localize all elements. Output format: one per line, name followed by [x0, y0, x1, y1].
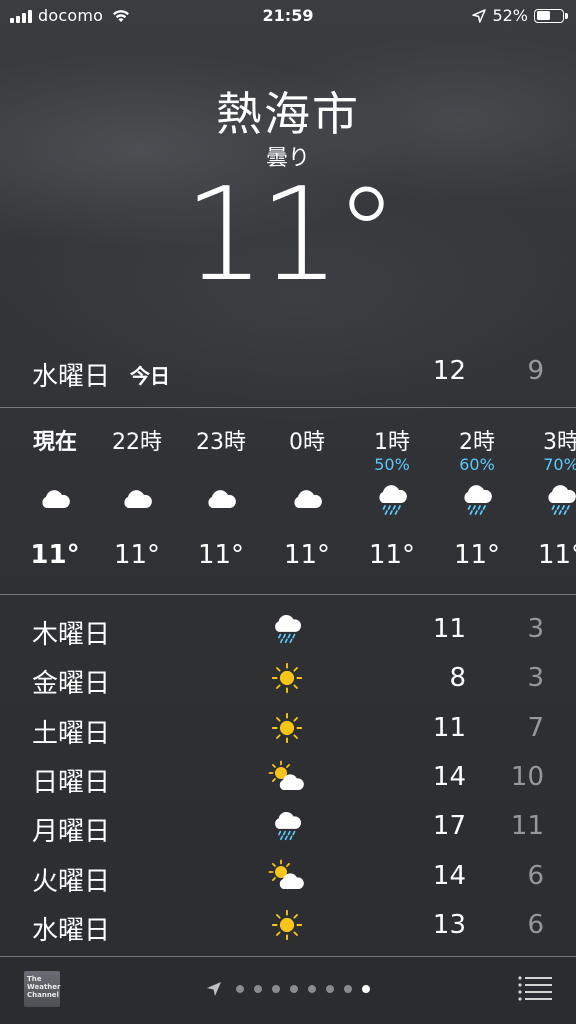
- page-dot[interactable]: [272, 985, 280, 993]
- day-high-temp: 11: [432, 712, 466, 743]
- precipitation-chance: 50%: [374, 455, 410, 474]
- page-dot[interactable]: [362, 985, 370, 993]
- partly-cloudy-icon: [268, 760, 306, 794]
- daily-row: 土曜日 11 7: [0, 703, 576, 752]
- daily-row: 水曜日 13 6: [0, 900, 576, 949]
- divider-top: [0, 407, 576, 408]
- daily-row: 月曜日 17 11: [0, 801, 576, 850]
- location-arrow-icon: [472, 8, 487, 23]
- day-name: 日曜日: [32, 767, 111, 798]
- rain-cloud-icon: [459, 482, 495, 518]
- hour-column: 22時 11°: [92, 410, 182, 594]
- today-high-temp: 12: [432, 356, 466, 386]
- day-high-temp: 8: [449, 663, 466, 694]
- hour-temperature: 11°: [113, 540, 161, 570]
- bottom-toolbar: The Weather Channel: [0, 957, 576, 1024]
- rain-cloud-icon: [543, 482, 576, 518]
- hour-temperature: 11°: [537, 540, 576, 570]
- day-high-temp: 14: [432, 860, 466, 891]
- day-low-temp: 6: [527, 860, 544, 891]
- hour-column: 2時 60% 11°: [432, 410, 522, 594]
- day-high-temp: 13: [432, 909, 466, 940]
- day-low-temp: 6: [527, 909, 544, 940]
- cloud-icon: [203, 482, 239, 518]
- battery-icon: [534, 8, 568, 23]
- hour-time: 0時: [289, 430, 325, 455]
- day-high-temp: 11: [432, 614, 466, 644]
- partly-cloudy-icon: [268, 859, 306, 893]
- day-high-temp: 17: [432, 811, 466, 842]
- city-name: 熱海市: [216, 87, 360, 141]
- cloud-icon: [37, 482, 73, 518]
- precipitation-chance: 60%: [459, 455, 495, 474]
- hour-temperature: 11°: [368, 540, 416, 570]
- hour-column: 1時 50% 11°: [347, 410, 437, 594]
- page-dot[interactable]: [236, 985, 244, 993]
- sun-icon: [268, 711, 306, 745]
- day-low-temp: 10: [510, 761, 544, 792]
- today-low-temp: 9: [527, 356, 544, 386]
- hour-column: 23時 11°: [176, 410, 266, 594]
- page-dot[interactable]: [254, 985, 262, 993]
- hour-temperature: 11°: [283, 540, 331, 570]
- page-dot[interactable]: [326, 985, 334, 993]
- daily-row: 火曜日 14 6: [0, 851, 576, 900]
- precipitation-chance: 70%: [543, 455, 576, 474]
- hour-temperature: 11°: [30, 540, 80, 570]
- sun-icon: [268, 661, 306, 695]
- hour-time: 1時: [374, 430, 410, 455]
- day-name: 金曜日: [32, 669, 111, 700]
- battery-level: [536, 11, 550, 20]
- hour-time: 2時: [459, 430, 495, 455]
- daily-forecast[interactable]: 木曜日 11 3 金曜日 8 3 土曜日 11 7 日曜日 14 10 月曜日 17 11 火曜日 14 6 水曜日…: [0, 600, 576, 955]
- day-low-temp: 3: [527, 663, 544, 694]
- daily-row: 木曜日 11 3: [0, 604, 576, 653]
- battery-percent: 52%: [492, 6, 528, 25]
- day-name: 月曜日: [32, 817, 111, 848]
- page-dot[interactable]: [290, 985, 298, 993]
- hour-time: 3時: [543, 430, 576, 455]
- hour-time: 現在: [32, 430, 77, 455]
- today-summary-row: 水曜日 今日 12 9: [0, 352, 576, 392]
- page-dot[interactable]: [308, 985, 316, 993]
- current-temperature: 11°: [183, 161, 399, 310]
- hour-column: 3時70% 11°: [516, 410, 576, 594]
- divider-middle: [0, 594, 576, 595]
- day-name: 木曜日: [32, 620, 111, 650]
- hour-temperature: 11°: [197, 540, 245, 570]
- cloud-icon: [289, 482, 325, 518]
- rain-cloud-icon: [268, 612, 306, 646]
- status-right: 52%: [472, 6, 568, 25]
- day-low-temp: 7: [527, 712, 544, 743]
- today-label: 今日: [130, 364, 170, 388]
- today-day-name: 水曜日: [32, 362, 111, 392]
- hour-temperature: 11°: [453, 540, 501, 570]
- day-low-temp: 3: [527, 614, 544, 644]
- hour-column: 現在 11°: [10, 410, 100, 594]
- daily-row: 日曜日 14 10: [0, 752, 576, 801]
- hour-time: 22時: [112, 430, 162, 455]
- day-high-temp: 14: [432, 761, 466, 792]
- day-name: 土曜日: [32, 718, 111, 749]
- day-name: 水曜日: [32, 915, 111, 946]
- rain-cloud-icon: [374, 482, 410, 518]
- sun-icon: [268, 908, 306, 942]
- status-bar: docomo 21:59 52%: [0, 0, 576, 34]
- daily-row: 金曜日 8 3: [0, 653, 576, 702]
- page-dot[interactable]: [344, 985, 352, 993]
- location-page-icon[interactable]: [206, 981, 222, 997]
- day-name: 火曜日: [32, 866, 111, 897]
- city-list-icon[interactable]: [518, 975, 552, 1001]
- rain-cloud-icon: [268, 809, 306, 843]
- weather-screen: docomo 21:59 52% 熱海市 曇り 11° 水曜日 今日 12 9: [0, 0, 576, 1024]
- day-low-temp: 11: [510, 811, 544, 842]
- hourly-forecast[interactable]: 現在 11° 22時 11° 23時 11° 0時 11° 1時 50% 11° 2時 60% 11° 3時…: [0, 410, 576, 594]
- hour-time: 23時: [196, 430, 246, 455]
- page-indicator[interactable]: [0, 981, 576, 997]
- hour-column: 0時 11°: [262, 410, 352, 594]
- cloud-icon: [119, 482, 155, 518]
